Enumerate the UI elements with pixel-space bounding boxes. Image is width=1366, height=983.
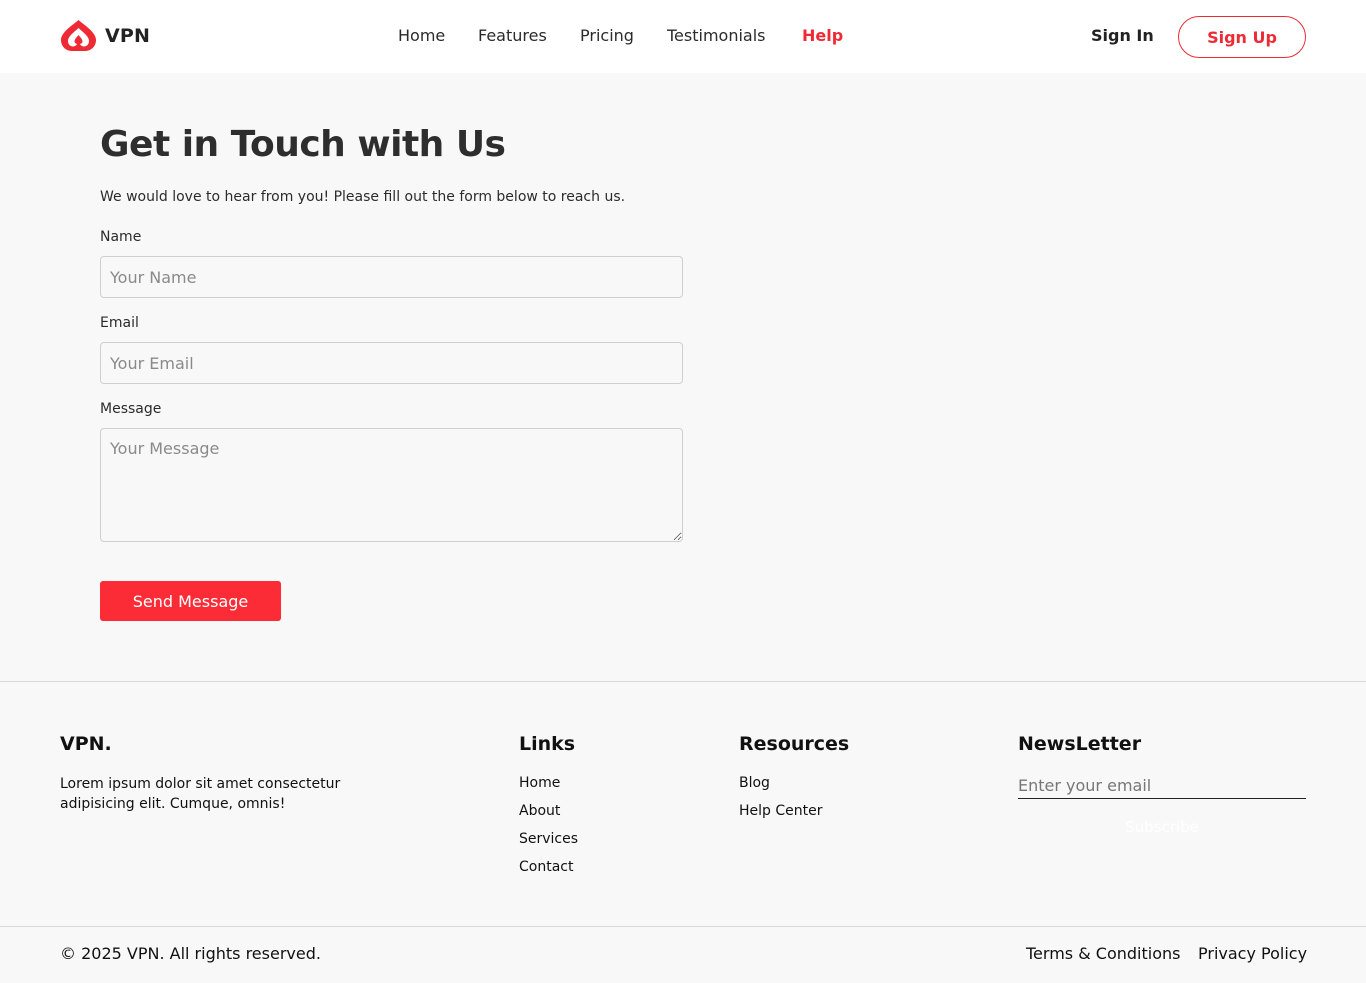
nav-home[interactable]: Home <box>398 26 445 45</box>
subscribe-button[interactable]: Subscribe <box>1018 814 1306 840</box>
footer-link-contact[interactable]: Contact <box>519 859 573 875</box>
footer-link-services[interactable]: Services <box>519 831 578 847</box>
page-subtitle: We would love to hear from you! Please f… <box>100 189 626 205</box>
email-label: Email <box>100 315 139 331</box>
footer-link-about[interactable]: About <box>519 803 560 819</box>
nav-testimonials[interactable]: Testimonials <box>667 26 766 45</box>
footer-link-help-center[interactable]: Help Center <box>739 803 823 819</box>
footer-resources-title: Resources <box>739 733 850 755</box>
privacy-link[interactable]: Privacy Policy <box>1198 944 1307 963</box>
footer-newsletter-title: NewsLetter <box>1018 733 1142 755</box>
footer-link-home[interactable]: Home <box>519 775 560 791</box>
footer-top-divider <box>0 681 1366 682</box>
footer-link-blog[interactable]: Blog <box>739 775 770 791</box>
page-title: Get in Touch with Us <box>100 124 506 165</box>
name-input[interactable] <box>100 256 683 298</box>
newsletter-email-input[interactable] <box>1018 772 1306 799</box>
name-label: Name <box>100 229 142 245</box>
main-nav: Home Features Pricing Testimonials Help <box>0 26 1366 48</box>
footer-bottom-divider <box>0 926 1366 927</box>
footer-description: Lorem ipsum dolor sit amet consectetur a… <box>60 776 341 812</box>
copyright-text: © 2025 VPN. All rights reserved. <box>60 944 321 963</box>
nav-help[interactable]: Help <box>802 26 843 45</box>
site-header: VPN Home Features Pricing Testimonials H… <box>0 0 1366 73</box>
footer-brand: VPN. <box>60 733 112 755</box>
terms-link[interactable]: Terms & Conditions <box>1026 944 1180 963</box>
nav-pricing[interactable]: Pricing <box>580 26 634 45</box>
sign-up-button[interactable]: Sign Up <box>1178 16 1306 58</box>
email-input[interactable] <box>100 342 683 384</box>
message-textarea[interactable] <box>100 428 683 542</box>
send-message-button[interactable]: Send Message <box>100 581 281 621</box>
footer-links-title: Links <box>519 733 576 755</box>
sign-in-link[interactable]: Sign In <box>1091 26 1154 45</box>
message-label: Message <box>100 401 162 417</box>
nav-features[interactable]: Features <box>478 26 547 45</box>
